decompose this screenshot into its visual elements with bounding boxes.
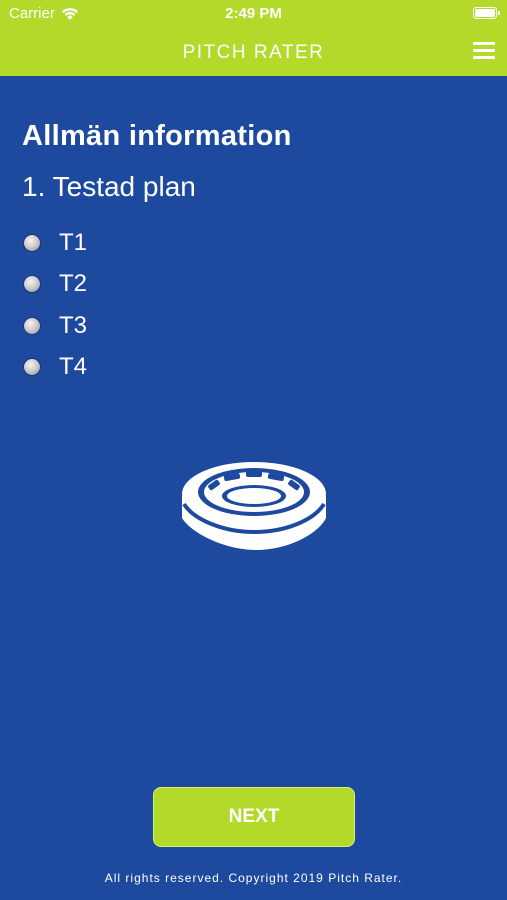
radio-option-t1[interactable]: T1: [24, 222, 87, 264]
app-title: PITCH RATER: [182, 42, 325, 63]
radio-option-label: T3: [59, 311, 88, 339]
question-text: 1. Testad plan: [22, 171, 196, 202]
radio-option-t3[interactable]: T3: [24, 305, 87, 347]
radio-option-label: T1: [59, 228, 88, 256]
copyright-text: All rights reserved. Copyright 2019 Pitc…: [104, 871, 403, 885]
hamburger-menu-icon[interactable]: [473, 42, 495, 60]
stadium-icon: [182, 462, 326, 550]
radio-option-t4[interactable]: T4: [24, 347, 87, 389]
radio-option-label: T2: [59, 270, 88, 298]
section-title: Allmän information: [22, 120, 292, 152]
header-bar: Carrier 2:49 PM PITCH RATER: [0, 0, 507, 76]
status-bar: Carrier 2:49 PM: [0, 0, 507, 28]
next-button[interactable]: NEXT: [153, 787, 355, 847]
status-time: 2:49 PM: [225, 5, 282, 22]
radio-button-icon[interactable]: [24, 317, 40, 334]
radio-option-t2[interactable]: T2: [24, 264, 87, 306]
radio-option-label: T4: [59, 353, 88, 381]
radio-group-tested-pitch: T1 T2 T3 T4: [24, 222, 87, 388]
radio-button-icon[interactable]: [24, 359, 40, 376]
radio-button-icon[interactable]: [24, 234, 40, 251]
radio-button-icon[interactable]: [24, 276, 40, 293]
battery-icon: [473, 7, 500, 19]
